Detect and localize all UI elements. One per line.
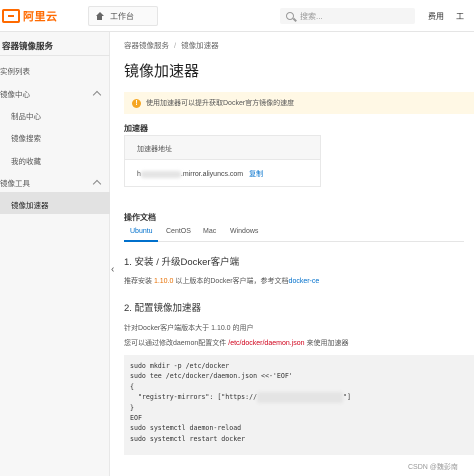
collapse-sidebar-icon[interactable]: ‹ [111,264,114,275]
breadcrumb-separator: / [174,41,177,50]
tab-mac[interactable]: Mac [203,228,216,235]
accelerator-url-suffix: .mirror.aliyuncs.com [180,171,244,178]
code-block[interactable]: sudo mkdir -p /etc/docker sudo tee /etc/… [124,355,474,455]
page-title: 镜像加速器 [124,63,200,80]
step2-text2: 您可以通过修改daemon配置文件 /etc/docker/daemon.jso… [124,338,348,348]
expense-link[interactable]: 费用 [428,11,444,22]
notice-banner: ! 使用加速器可以提升获取Docker官方镜像的速度 [124,92,474,114]
avatar[interactable]: 工 [456,11,464,22]
step1-version: 1.10.0 [153,278,174,285]
sidebar-group-image-tools[interactable]: 镜像工具 [0,178,30,189]
step2-text2-a: 您可以通过修改daemon配置文件 [124,340,229,347]
code-mirror-tail: "] [343,393,351,402]
search-icon [286,12,294,20]
redacted-mirror-id: xxxxxxxx [140,171,181,178]
aliyun-logo-icon [2,9,20,23]
sidebar-item-instances[interactable]: 实例列表 [0,66,30,77]
accelerator-header: 加速器地址 [125,136,320,160]
notice-text: 使用加速器可以提升获取Docker官方镜像的速度 [146,100,295,107]
workbench-button[interactable]: 工作台 [88,6,158,26]
step1-text: 推荐安装 1.10.0 以上版本的Docker客户端，参考文档docker-ce [124,276,319,286]
accelerator-box: 加速器地址 hxxxxxxxx.mirror.aliyuncs.com 复制 [124,135,321,187]
sidebar-item-artifacts[interactable]: 制品中心 [11,111,41,122]
sidebar-title: 容器镜像服务 [2,41,54,51]
code-line: sudo tee /etc/docker/daemon.json <<-'EOF… [130,372,293,381]
search-placeholder: 搜索... [300,11,323,21]
daemon-json-path: /etc/docker/daemon.json [228,340,305,347]
aliyun-logo[interactable]: 阿里云 [2,8,58,24]
warning-icon: ! [132,98,141,108]
docker-ce-link[interactable]: docker-ce [289,278,320,285]
sidebar-item-image-search[interactable]: 镜像搜索 [11,133,41,144]
code-line: sudo mkdir -p /etc/docker [130,362,230,370]
sidebar-item-favorites[interactable]: 我的收藏 [11,156,41,167]
brand-name: 阿里云 [23,11,58,23]
accelerator-address-row: hxxxxxxxx.mirror.aliyuncs.com 复制 [125,160,320,187]
code-line: sudo systemctl restart docker [130,434,246,443]
tab-centos[interactable]: CentOS [166,228,191,235]
code-line: sudo systemctl daemon-reload [130,424,242,433]
accelerator-section-title: 加速器 [124,124,148,133]
code-line-mirror-text: "registry-mirrors": ["https:// [130,393,258,402]
breadcrumb-current: 镜像加速器 [181,41,219,50]
home-icon [95,11,104,21]
sidebar-divider [0,55,110,56]
code-line-mirror: "registry-mirrors": ["https://xxxxxxxxxx… [130,392,474,403]
tab-windows[interactable]: Windows [230,228,258,235]
copy-button[interactable]: 复制 [249,171,263,178]
breadcrumb: 容器镜像服务 / 镜像加速器 [124,40,219,51]
os-tabs: Ubuntu CentOS Mac Windows [124,226,464,242]
main-content: 容器镜像服务 / 镜像加速器 镜像加速器 ! 使用加速器可以提升获取Docker官方… [111,32,474,476]
step1-text-b: 以上版本的Docker客户端，参考文档 [173,278,289,285]
watermark: CSDN @魏彭南 [408,464,458,471]
sidebar: 容器镜像服务 实例列表 镜像中心 制品中心 镜像搜索 我的收藏 镜像工具 镜像加… [0,32,110,476]
code-line: EOF [130,414,142,423]
breadcrumb-root[interactable]: 容器镜像服务 [124,41,169,50]
search-input[interactable]: 搜索... [280,8,415,24]
sidebar-item-accelerator[interactable]: 镜像加速器 [11,200,49,211]
docs-section-title: 操作文档 [124,213,156,222]
step1-title: 1. 安装 / 升级Docker客户端 [124,257,240,268]
chevron-up-icon[interactable] [92,90,102,100]
step2-title: 2. 配置镜像加速器 [124,303,202,314]
sidebar-group-image-center[interactable]: 镜像中心 [0,89,30,100]
top-bar: 阿里云 工作台 搜索... 费用 工 [0,0,474,32]
step2-text1: 针对Docker客户端版本大于 1.10.0 的用户 [124,325,254,332]
code-line: } [130,403,134,412]
tab-ubuntu[interactable]: Ubuntu [130,228,153,235]
chevron-up-icon[interactable] [92,179,102,189]
step1-text-a: 推荐安装 [124,278,154,285]
redacted-mirror-url: xxxxxxxxxx [257,392,344,403]
step2-text2-b: 来使用加速器 [304,340,349,347]
workbench-label: 工作台 [110,11,134,21]
active-tab-indicator [124,240,158,242]
code-line: { [130,382,134,391]
